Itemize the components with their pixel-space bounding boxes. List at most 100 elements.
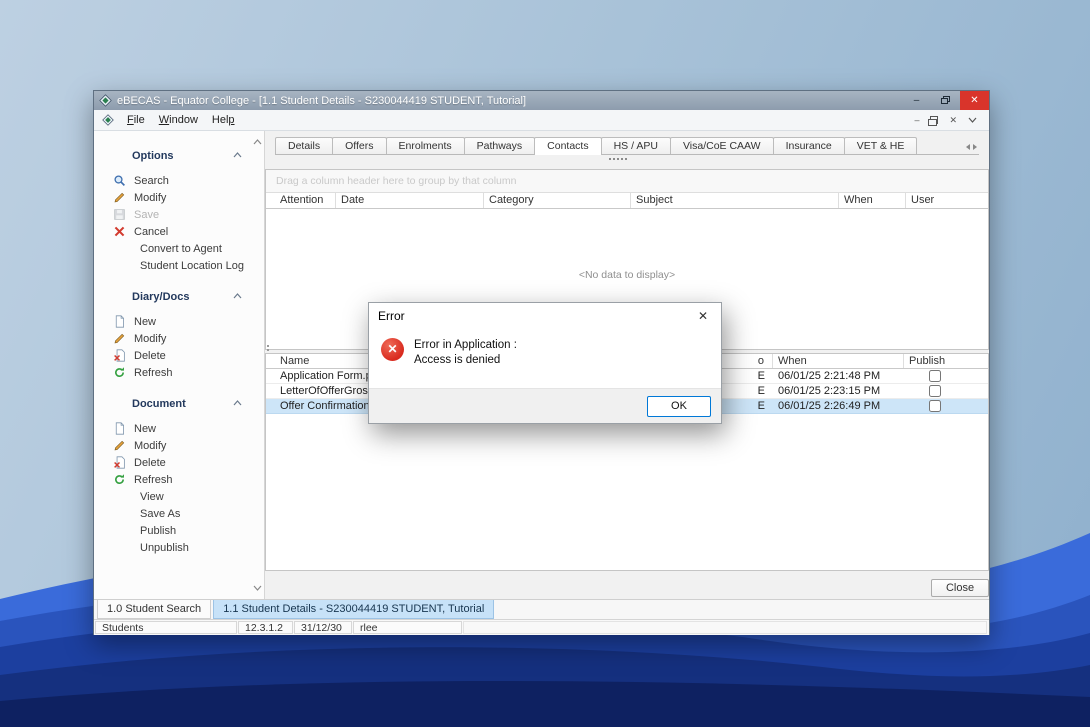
item-label: Delete xyxy=(134,457,166,469)
sidebar-item-cancel[interactable]: Cancel xyxy=(94,223,264,240)
sidebar-item-diary-delete[interactable]: Delete xyxy=(94,347,264,364)
app-logo-icon xyxy=(99,94,112,107)
tab-scroll-right-icon[interactable] xyxy=(973,144,977,150)
tab-hs-apu[interactable]: HS / APU xyxy=(601,137,671,154)
tab-contacts[interactable]: Contacts xyxy=(534,137,601,155)
section-header-diary-docs[interactable]: Diary/Docs xyxy=(94,288,264,306)
column-header-category[interactable]: Category xyxy=(484,193,631,208)
cell-when: 06/01/25 2:21:48 PM xyxy=(773,369,904,383)
window-titlebar[interactable]: eBECAS - Equator College - [1.1 Student … xyxy=(94,91,989,110)
publish-checkbox[interactable] xyxy=(929,385,941,397)
publish-checkbox[interactable] xyxy=(929,370,941,382)
error-dialog-footer: OK xyxy=(369,388,721,423)
sidebar-item-student-location-log[interactable]: Student Location Log xyxy=(94,257,264,274)
minimize-button[interactable]: – xyxy=(902,91,931,110)
scroll-down-icon[interactable] xyxy=(253,585,262,591)
sidebar-item-document-publish[interactable]: Publish xyxy=(94,522,264,539)
sidebar-item-modify[interactable]: Modify xyxy=(94,189,264,206)
bottom-tab-student-details[interactable]: 1.1 Student Details - S230044419 STUDENT… xyxy=(213,600,494,619)
chevron-up-icon[interactable] xyxy=(233,400,242,406)
error-icon: ✕ xyxy=(381,338,404,361)
item-label: Convert to Agent xyxy=(140,243,222,255)
restore-button[interactable] xyxy=(931,91,960,110)
tab-details[interactable]: Details xyxy=(275,137,333,154)
error-dialog-title: Error xyxy=(378,309,405,323)
error-dialog-titlebar[interactable]: Error xyxy=(369,303,721,329)
item-label: Search xyxy=(134,175,169,187)
item-label: Student Location Log xyxy=(140,260,244,272)
sidebar-item-diary-modify[interactable]: Modify xyxy=(94,330,264,347)
sidebar-item-diary-refresh[interactable]: Refresh xyxy=(94,364,264,381)
tab-scroll-left-icon[interactable] xyxy=(966,144,970,150)
tab-focus-dots xyxy=(609,158,611,160)
publish-checkbox[interactable] xyxy=(929,400,941,412)
group-by-panel[interactable]: Drag a column header here to group by th… xyxy=(266,170,988,193)
column-header-when[interactable]: When xyxy=(773,354,904,368)
sidebar-item-document-refresh[interactable]: Refresh xyxy=(94,471,264,488)
column-header-subject[interactable]: Subject xyxy=(631,193,839,208)
cell-publish xyxy=(904,369,988,383)
mdi-minimize-icon[interactable]: – xyxy=(914,116,919,125)
error-dialog-close-button[interactable]: ✕ xyxy=(685,303,721,329)
close-icon: ✕ xyxy=(698,309,708,323)
sidebar-item-save[interactable]: Save xyxy=(94,206,264,223)
refresh-icon xyxy=(113,366,127,379)
section-header-options[interactable]: Options xyxy=(94,147,264,165)
menu-window[interactable]: Window xyxy=(152,112,205,128)
item-label: Delete xyxy=(134,350,166,362)
section-title: Diary/Docs xyxy=(132,291,189,303)
chevron-up-icon[interactable] xyxy=(233,152,242,158)
minimize-icon: – xyxy=(914,95,920,106)
column-header-attention[interactable]: Attention xyxy=(266,193,336,208)
tab-insurance[interactable]: Insurance xyxy=(773,137,845,154)
restore-icon xyxy=(941,96,950,105)
tab-pathways[interactable]: Pathways xyxy=(464,137,536,154)
tab-vet-he[interactable]: VET & HE xyxy=(844,137,918,154)
red-x-icon xyxy=(113,225,127,238)
sidebar-item-document-delete[interactable]: Delete xyxy=(94,454,264,471)
section-header-document[interactable]: Document xyxy=(94,395,264,413)
column-header-date[interactable]: Date xyxy=(336,193,484,208)
page-icon xyxy=(113,422,127,435)
navigation-sidebar: Options Search Modify Save xyxy=(94,131,265,599)
sidebar-item-diary-new[interactable]: New xyxy=(94,313,264,330)
mdi-restore-icon[interactable] xyxy=(930,116,938,124)
no-data-message: <No data to display> xyxy=(266,269,988,281)
menu-bar: File Window Help – ✕ xyxy=(94,110,989,131)
scroll-up-icon[interactable] xyxy=(253,139,262,145)
sidebar-item-search[interactable]: Search xyxy=(94,172,264,189)
item-label: Unpublish xyxy=(140,542,189,554)
close-window-button[interactable]: ✕ xyxy=(960,91,989,110)
error-dialog-body: ✕ Error in Application : Access is denie… xyxy=(369,329,721,388)
ok-button[interactable]: OK xyxy=(647,396,711,417)
sidebar-item-document-modify[interactable]: Modify xyxy=(94,437,264,454)
sidebar-item-document-unpublish[interactable]: Unpublish xyxy=(94,539,264,556)
mdi-close-icon[interactable]: ✕ xyxy=(949,116,957,125)
sidebar-item-document-new[interactable]: New xyxy=(94,420,264,437)
bottom-tab-student-search[interactable]: 1.0 Student Search xyxy=(97,600,211,619)
mdi-window-controls: – ✕ xyxy=(914,116,983,125)
tab-enrolments[interactable]: Enrolments xyxy=(386,137,465,154)
column-header-publish[interactable]: Publish xyxy=(904,354,988,368)
status-bar: Students 12.3.1.2 31/12/30 rlee xyxy=(94,619,989,635)
sidebar-item-convert-to-agent[interactable]: Convert to Agent xyxy=(94,240,264,257)
item-label: Publish xyxy=(140,525,176,537)
chevron-up-icon[interactable] xyxy=(233,293,242,299)
pencil-icon xyxy=(113,439,127,452)
column-header-when[interactable]: When xyxy=(839,193,906,208)
sidebar-section-diary-docs: Diary/Docs New Modify Delete xyxy=(94,288,264,381)
grid-splitter-handle[interactable] xyxy=(267,345,269,347)
column-header-user[interactable]: User xyxy=(906,193,988,208)
tab-visa-coe-caaw[interactable]: Visa/CoE CAAW xyxy=(670,137,774,154)
tab-offers[interactable]: Offers xyxy=(332,137,386,154)
tab-scroll-arrows[interactable] xyxy=(962,144,979,154)
sidebar-scrollbar[interactable] xyxy=(251,131,264,599)
sidebar-item-document-save-as[interactable]: Save As xyxy=(94,505,264,522)
window-controls: – ✕ xyxy=(902,91,989,110)
item-label: Save As xyxy=(140,508,180,520)
close-button[interactable]: Close xyxy=(931,579,989,597)
menu-file[interactable]: File xyxy=(120,112,152,128)
sidebar-item-document-view[interactable]: View xyxy=(94,488,264,505)
mdi-chevron-down-icon[interactable] xyxy=(968,117,977,123)
menu-help[interactable]: Help xyxy=(205,112,242,128)
